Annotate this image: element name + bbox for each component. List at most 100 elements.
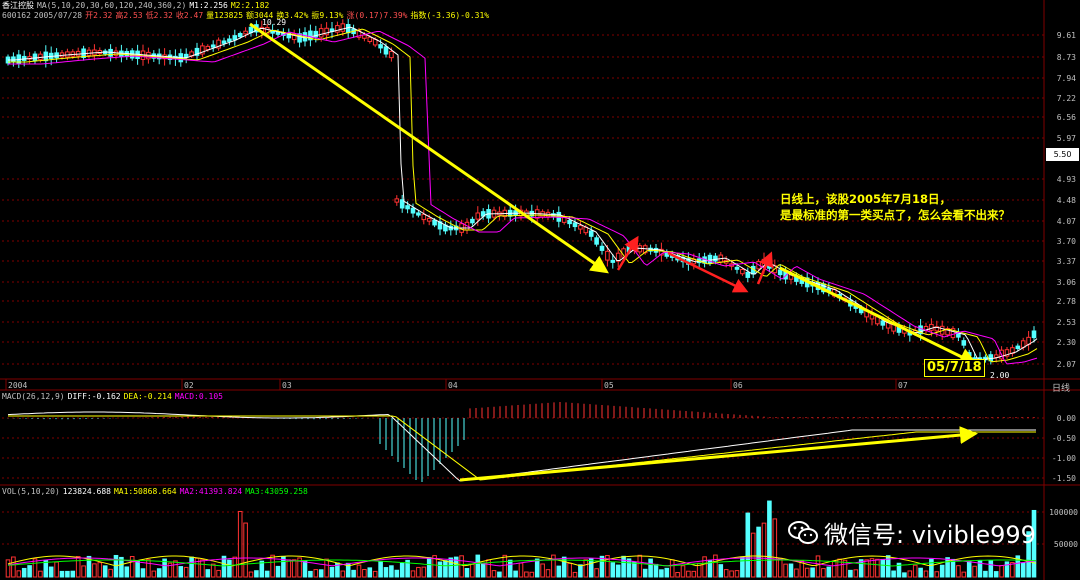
volume-bar — [70, 570, 76, 578]
volume-bar — [48, 566, 54, 578]
volume-bar — [124, 566, 130, 578]
volume-bar — [880, 558, 886, 578]
volume-bar — [92, 563, 97, 578]
volume-bar — [983, 570, 988, 578]
price-tick-label: 3.70 — [1057, 237, 1076, 246]
volume-value: 量123825 — [206, 11, 244, 20]
volume-bar — [210, 563, 216, 578]
price-tick-label: 2.53 — [1057, 318, 1076, 327]
volume-bar — [713, 554, 718, 578]
volume-bar — [16, 570, 22, 578]
candle-body — [588, 230, 594, 237]
candle-body — [183, 53, 189, 58]
price-tick-label: 4.93 — [1057, 175, 1076, 184]
vol-ma3: MA3:43059.258 — [245, 487, 308, 496]
volume-bar — [1020, 562, 1026, 578]
volume-bar — [507, 559, 513, 578]
macd-header: MACD(26,12,9) DIFF:-0.162 DEA:-0.214 MACD:0… — [2, 392, 226, 402]
volume-bar — [929, 558, 934, 578]
volume-bar — [254, 570, 259, 578]
volume-bar — [772, 518, 778, 578]
volume-bar — [659, 569, 664, 578]
volume-bar — [437, 561, 443, 578]
volume-bar — [691, 570, 697, 578]
volume-bar — [788, 563, 794, 578]
candle-body — [389, 50, 394, 59]
time-tick-label: 04 — [448, 381, 458, 390]
volume-bar — [572, 571, 578, 578]
volume-bar — [11, 556, 16, 578]
volume-bar — [308, 570, 313, 578]
volume-bar — [313, 569, 319, 578]
volume-bar — [416, 566, 421, 578]
volume-bar — [723, 569, 729, 578]
price-tick-label: 2.30 — [1057, 338, 1076, 347]
annotation-line-2: 是最标准的第一类买点了，怎么会看不出来？ — [780, 208, 1010, 222]
time-tick-label: 07 — [898, 381, 908, 390]
volume-bar — [351, 569, 356, 578]
volume-bar — [918, 567, 923, 578]
volume-bar — [264, 570, 270, 578]
rebound-arrow-1 — [616, 235, 639, 271]
macd-dea-line — [8, 415, 1036, 481]
candle-body — [394, 198, 400, 203]
volume-bar — [718, 564, 724, 578]
vol-ma1: MA1:50868.664 — [113, 487, 177, 496]
candle-body — [745, 271, 751, 278]
volume-bar — [567, 562, 572, 578]
macd-tick-label: -0.50 — [1052, 434, 1076, 443]
volume-bar — [756, 526, 761, 578]
volume-bar — [340, 570, 346, 578]
candle-body — [405, 205, 410, 210]
volume-bar — [318, 569, 324, 578]
volume-bar — [912, 564, 918, 578]
stock-name: 香江控股 — [2, 1, 34, 10]
price-tick-label: 4.48 — [1057, 196, 1076, 205]
annotation-text: 日线上，该股2005年7月18日， 是最标准的第一类买点了，怎么会看不出来？ — [780, 191, 1010, 223]
volume-bar — [583, 559, 589, 578]
volume-bar — [972, 565, 977, 578]
volume-bar — [286, 559, 292, 578]
candle-body — [777, 269, 783, 276]
volume-bar — [135, 560, 140, 578]
vol-tick-label: 50000 — [1054, 540, 1078, 549]
volume-bar — [729, 570, 734, 578]
volume-bar — [502, 554, 508, 578]
volume-bar — [389, 565, 394, 578]
volume-bar — [853, 569, 859, 578]
volume-bar — [156, 568, 162, 578]
candle-body — [362, 34, 367, 39]
volume-bar — [372, 570, 378, 578]
period-label[interactable]: 日线 — [1052, 381, 1070, 394]
time-tick-label: 05 — [604, 381, 614, 390]
volume-bar — [669, 559, 675, 578]
candle-body — [470, 218, 475, 224]
stock-code: 600162 — [2, 11, 31, 20]
volume-bar — [804, 567, 810, 578]
macd-label: MACD(26,12,9) — [2, 392, 65, 401]
volume-bar — [783, 563, 788, 578]
candle-body — [605, 250, 610, 261]
volume-bar — [356, 564, 362, 578]
volume-bar — [146, 559, 151, 578]
volume-bar — [993, 571, 999, 578]
volume-bar — [686, 570, 691, 578]
low-marker: 2.00 — [990, 371, 1009, 380]
volume-bar — [324, 558, 329, 578]
volume-bar — [939, 564, 945, 578]
volume-bar — [578, 564, 583, 578]
volume-bar — [734, 570, 740, 578]
index-value: 指数(-3.36)-0.31% — [410, 11, 490, 20]
wechat-icon — [788, 520, 818, 546]
volume-bar — [999, 565, 1004, 578]
volume-bar — [227, 559, 232, 578]
turnover-value: 换3.42% — [276, 11, 309, 20]
volume-bar — [864, 559, 869, 578]
volume-bar — [216, 569, 221, 578]
volume-bar — [200, 559, 205, 578]
candle-body — [961, 340, 967, 346]
annotation-line-1: 日线上，该股2005年7月18日， — [780, 192, 952, 206]
volume-bar — [129, 555, 135, 578]
candle-body — [410, 207, 416, 214]
volume-bar — [178, 566, 184, 578]
